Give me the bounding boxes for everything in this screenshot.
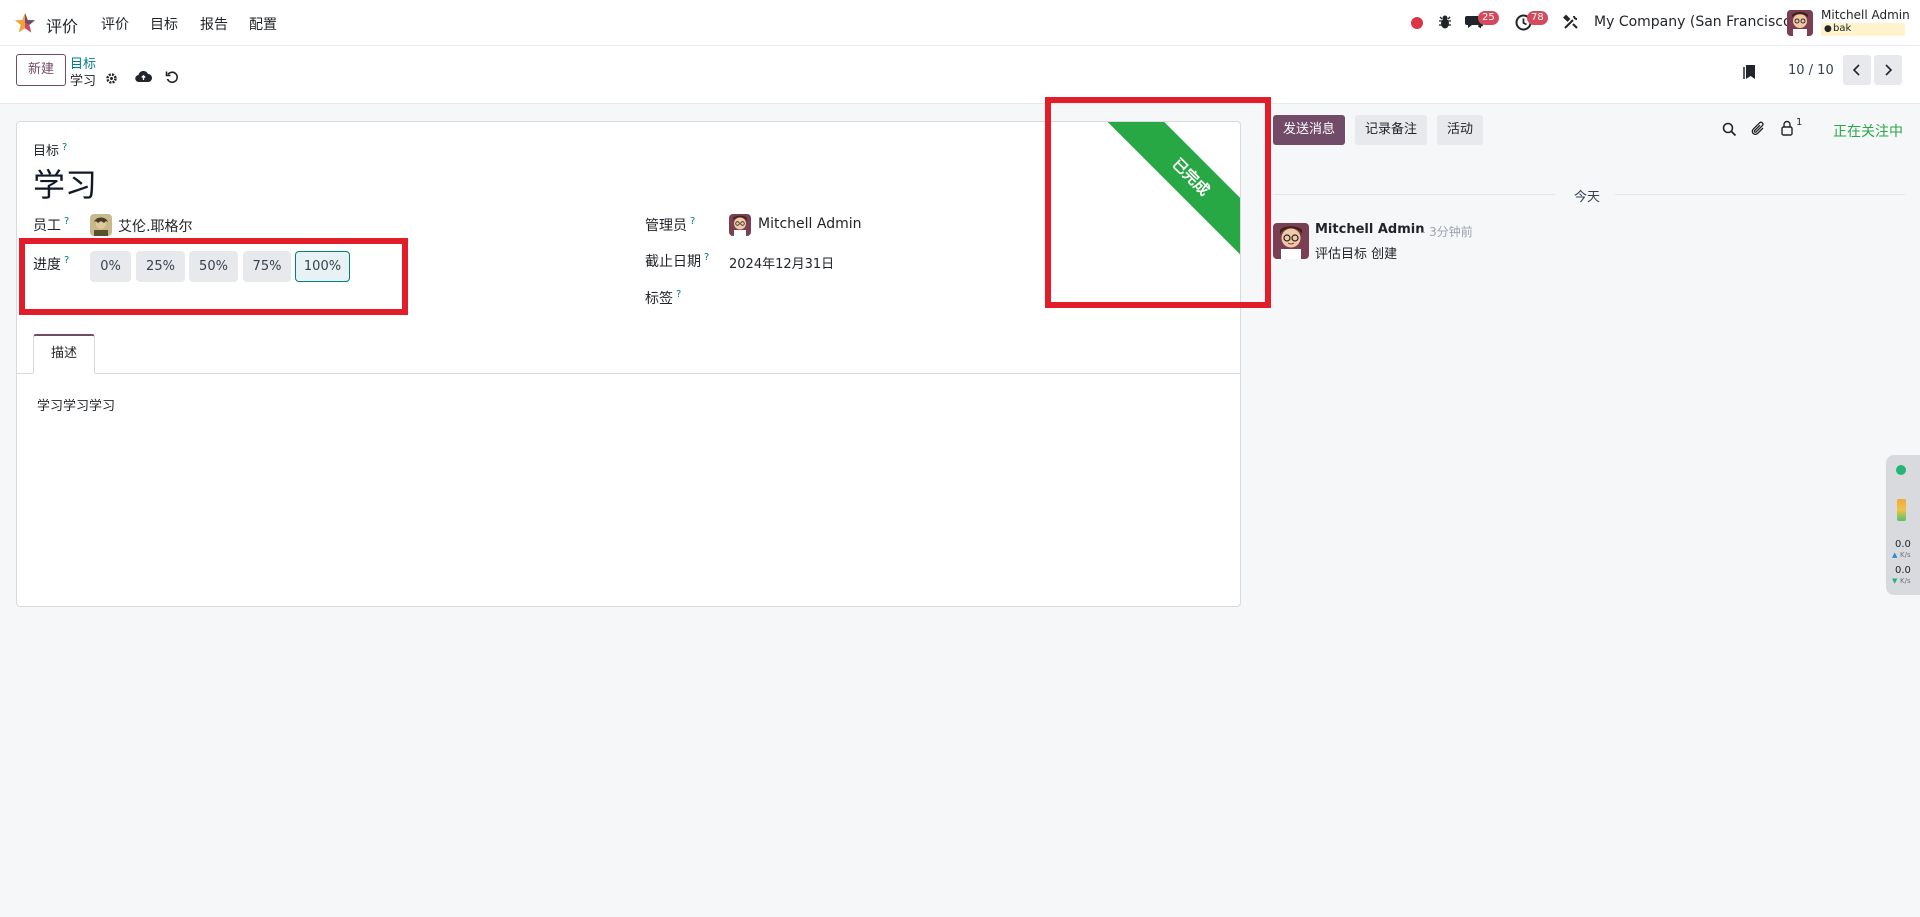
- tab-description-label: 描述: [50, 346, 77, 361]
- manager-avatar: [729, 214, 751, 236]
- employee-avatar: [90, 214, 112, 236]
- help-tooltip-icon[interactable]: ?: [64, 216, 69, 227]
- employee-label: 员工?: [33, 215, 69, 235]
- settings-gear-icon[interactable]: [105, 72, 118, 85]
- app-name[interactable]: 评价: [46, 13, 78, 37]
- message-time: - 3分钟前: [1421, 225, 1473, 239]
- highlight-progress-box: [19, 238, 408, 315]
- debug-bug-icon[interactable]: [1437, 14, 1453, 30]
- save-cloud-icon[interactable]: [135, 70, 152, 84]
- tab-description[interactable]: 描述: [33, 334, 95, 374]
- help-tooltip-icon[interactable]: ?: [690, 216, 695, 227]
- manager-label-text: 管理员: [645, 218, 687, 234]
- upload-arrow-icon: ▲: [1892, 551, 1898, 559]
- app-logo-icon[interactable]: [14, 12, 36, 34]
- date-separator-line-right: [1615, 194, 1905, 195]
- description-text[interactable]: 学习学习学习: [37, 395, 115, 414]
- discard-undo-icon[interactable]: [165, 70, 179, 84]
- deadline-label-text: 截止日期: [645, 254, 701, 270]
- help-tooltip-icon[interactable]: ?: [676, 289, 681, 300]
- date-separator-line-left: [1273, 194, 1555, 195]
- download-unit: K/s: [1900, 577, 1911, 585]
- manager-label: 管理员?: [645, 215, 695, 235]
- goal-label: 目标?: [33, 140, 67, 159]
- control-panel: 新建 目标 学习 10 / 10: [0, 46, 1920, 104]
- tools-icon[interactable]: [1563, 14, 1579, 30]
- activities-badge: 78: [1527, 11, 1548, 25]
- followers-lock-icon[interactable]: [1780, 120, 1794, 136]
- employee-value[interactable]: 艾伦.耶格尔: [118, 216, 192, 236]
- upload-speed: 0.0: [1895, 539, 1911, 550]
- goal-title[interactable]: 学习: [33, 160, 97, 206]
- bookmark-icon[interactable]: [1743, 64, 1757, 80]
- memory-gauge-icon: [1897, 499, 1906, 521]
- search-icon[interactable]: [1722, 122, 1737, 137]
- message-author-avatar: [1273, 223, 1309, 259]
- breadcrumb-current: 学习: [70, 74, 97, 89]
- record-indicator-icon[interactable]: [1411, 17, 1423, 29]
- download-arrow-icon: ▼: [1892, 577, 1898, 585]
- upload-unit: K/s: [1900, 551, 1911, 559]
- menu-item-goals[interactable]: 目标: [150, 14, 178, 34]
- help-tooltip-icon[interactable]: ?: [62, 142, 67, 153]
- pager-value[interactable]: 10 / 10: [1788, 63, 1834, 78]
- activities-button[interactable]: 活动: [1437, 115, 1484, 145]
- highlight-ribbon-box: [1045, 97, 1271, 308]
- date-separator: 今天: [1574, 190, 1601, 205]
- following-status[interactable]: 正在关注中: [1833, 121, 1903, 141]
- user-name[interactable]: Mitchell Admin: [1821, 8, 1910, 22]
- employee-label-text: 员工: [33, 218, 61, 234]
- database-icon: ●: [1824, 24, 1832, 34]
- goal-label-text: 目标: [33, 144, 60, 159]
- tags-label-text: 标签: [645, 291, 673, 307]
- top-navbar: 评价 评价 目标 报告 配置 25 78 My Company (San Fra…: [0, 0, 1920, 46]
- chevron-right-icon: [1885, 64, 1893, 76]
- notebook-tabs-line: [17, 373, 1240, 374]
- database-tag: ● bak: [1821, 23, 1905, 36]
- attachment-paperclip-icon[interactable]: [1751, 120, 1766, 137]
- menu-item-appraisal[interactable]: 评价: [101, 14, 129, 34]
- message-body: 评估目标 创建: [1315, 247, 1398, 262]
- send-message-button[interactable]: 发送消息: [1273, 115, 1346, 145]
- pager-next-button[interactable]: [1874, 55, 1902, 85]
- log-note-button[interactable]: 记录备注: [1355, 115, 1428, 145]
- message-author[interactable]: Mitchell Admin: [1315, 222, 1424, 237]
- followers-count: 1: [1796, 117, 1803, 128]
- deadline-value[interactable]: 2024年12月31日: [729, 253, 834, 272]
- network-speed-widget[interactable]: 0.0 ▲ K/s 0.0 ▼ K/s: [1886, 455, 1920, 595]
- company-switcher[interactable]: My Company (San Francisco): [1594, 14, 1797, 30]
- status-dot-icon: [1896, 465, 1906, 475]
- messages-badge: 25: [1478, 11, 1499, 25]
- new-button[interactable]: 新建: [16, 54, 66, 86]
- download-speed: 0.0: [1895, 565, 1911, 576]
- deadline-label: 截止日期?: [645, 251, 709, 271]
- help-tooltip-icon[interactable]: ?: [704, 252, 709, 263]
- user-avatar[interactable]: [1787, 10, 1813, 36]
- menu-item-configuration[interactable]: 配置: [249, 14, 277, 34]
- manager-value[interactable]: Mitchell Admin: [758, 216, 862, 232]
- chevron-left-icon: [1852, 64, 1860, 76]
- database-name: bak: [1833, 23, 1852, 34]
- tags-label: 标签?: [645, 288, 681, 308]
- menu-item-reports[interactable]: 报告: [200, 14, 228, 34]
- pager-previous-button[interactable]: [1843, 55, 1871, 85]
